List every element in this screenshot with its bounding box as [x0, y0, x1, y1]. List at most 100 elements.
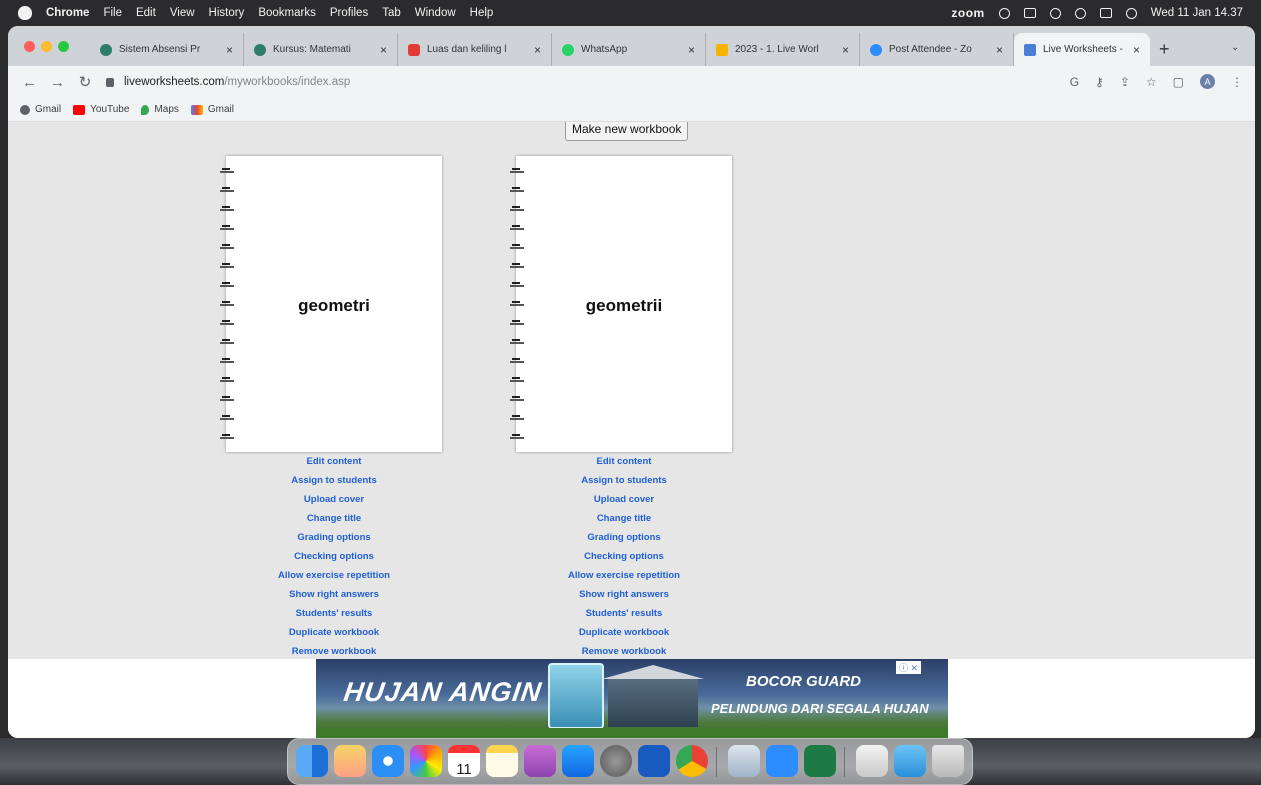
- app-store-icon[interactable]: [562, 745, 594, 777]
- apple-icon[interactable]: [18, 6, 32, 20]
- tab-close-icon[interactable]: ×: [380, 43, 387, 57]
- record-icon[interactable]: [998, 7, 1010, 19]
- tab-live-worksheets[interactable]: Live Worksheets - ×: [1014, 33, 1150, 66]
- students-results-link[interactable]: Students' results: [234, 604, 434, 623]
- tab-title: Post Attendee - Zo: [889, 44, 972, 55]
- tab-close-icon[interactable]: ×: [226, 43, 233, 57]
- launchpad-icon[interactable]: [334, 745, 366, 777]
- back-arrow-icon[interactable]: ←: [22, 74, 37, 91]
- checking-options-link[interactable]: Checking options: [234, 547, 434, 566]
- workbook-cover[interactable]: geometri: [220, 156, 442, 452]
- tab-post-attendee-zoom[interactable]: Post Attendee - Zo ×: [860, 33, 1014, 66]
- show-right-answers-link[interactable]: Show right answers: [234, 585, 434, 604]
- chrome-icon[interactable]: [676, 745, 708, 777]
- menu-edit[interactable]: Edit: [136, 7, 156, 19]
- share-icon[interactable]: ⇪: [1120, 75, 1130, 89]
- calendar-icon[interactable]: 11: [448, 745, 480, 778]
- menu-window[interactable]: Window: [415, 7, 456, 19]
- tab-close-icon[interactable]: ×: [1133, 43, 1140, 57]
- menu-history[interactable]: History: [209, 7, 245, 19]
- allow-exercise-repetition-link[interactable]: Allow exercise repetition: [234, 566, 434, 585]
- key-icon[interactable]: ⚷: [1095, 75, 1104, 89]
- menu-app-chrome[interactable]: Chrome: [46, 7, 89, 19]
- clock[interactable]: Wed 11 Jan 14.37: [1151, 7, 1243, 19]
- minimize-window-button[interactable]: [41, 41, 52, 52]
- zoom-app-icon[interactable]: [766, 745, 798, 777]
- tab-close-icon[interactable]: ×: [534, 43, 541, 57]
- forward-arrow-icon[interactable]: →: [50, 74, 65, 91]
- menu-file[interactable]: File: [103, 7, 122, 19]
- preview-icon[interactable]: [728, 745, 760, 777]
- tab-favicon-icon: [254, 43, 266, 56]
- tab-strip: Sistem Absensi Pr × Kursus: Matemati × L…: [8, 26, 1255, 66]
- advertisement-banner[interactable]: HUJAN ANGIN BOCOR GUARD PELINDUNG DARI S…: [316, 659, 948, 738]
- grading-options-link[interactable]: Grading options: [234, 528, 434, 547]
- search-icon[interactable]: [1074, 7, 1086, 19]
- assign-to-students-link[interactable]: Assign to students: [524, 471, 724, 490]
- wifi-icon[interactable]: [1049, 7, 1061, 19]
- tab-search-icon[interactable]: ⌄: [1231, 42, 1239, 53]
- upload-cover-link[interactable]: Upload cover: [234, 490, 434, 509]
- reload-icon[interactable]: ↻: [78, 73, 92, 91]
- checking-options-link[interactable]: Checking options: [524, 547, 724, 566]
- side-panel-icon[interactable]: ▢: [1173, 75, 1184, 89]
- safari-icon[interactable]: [372, 745, 404, 777]
- folder-icon[interactable]: [894, 745, 926, 777]
- tab-close-icon[interactable]: ×: [688, 43, 695, 57]
- menu-profiles[interactable]: Profiles: [330, 7, 368, 19]
- lock-icon[interactable]: [106, 77, 114, 87]
- tab-close-icon[interactable]: ×: [996, 43, 1003, 57]
- menu-bookmarks[interactable]: Bookmarks: [258, 7, 316, 19]
- podcasts-icon[interactable]: [524, 745, 556, 777]
- students-results-link[interactable]: Students' results: [524, 604, 724, 623]
- globe-icon: [20, 104, 30, 115]
- tab-luas-keliling[interactable]: Luas dan keliling l ×: [398, 33, 552, 66]
- menu-tab[interactable]: Tab: [382, 7, 401, 19]
- photos-icon[interactable]: [410, 745, 442, 777]
- zoom-status-item[interactable]: zoom: [951, 6, 984, 20]
- duplicate-workbook-link[interactable]: Duplicate workbook: [234, 623, 434, 642]
- bookmark-youtube[interactable]: YouTube: [73, 104, 129, 115]
- upload-cover-link[interactable]: Upload cover: [524, 490, 724, 509]
- assign-to-students-link[interactable]: Assign to students: [234, 471, 434, 490]
- tab-live-worksheet-drive[interactable]: 2023 - 1. Live Worl ×: [706, 33, 860, 66]
- menu-view[interactable]: View: [170, 7, 195, 19]
- tab-kursus-matematika[interactable]: Kursus: Matemati ×: [244, 33, 398, 66]
- kebab-menu-icon[interactable]: ⋮: [1231, 75, 1243, 89]
- make-new-workbook-button[interactable]: Make new workbook: [565, 122, 689, 141]
- show-right-answers-link[interactable]: Show right answers: [524, 585, 724, 604]
- ad-close-icon[interactable]: ⓘ ✕: [896, 661, 922, 674]
- word-icon[interactable]: [638, 745, 670, 777]
- tab-close-icon[interactable]: ×: [842, 43, 849, 57]
- change-title-link[interactable]: Change title: [524, 509, 724, 528]
- system-preferences-icon[interactable]: [600, 745, 632, 777]
- new-tab-button[interactable]: +: [1159, 39, 1170, 60]
- excel-icon[interactable]: [804, 745, 836, 777]
- bookmark-gmail-2[interactable]: Gmail: [190, 104, 234, 115]
- menu-help[interactable]: Help: [470, 7, 494, 19]
- edit-content-link[interactable]: Edit content: [234, 452, 434, 471]
- tab-whatsapp[interactable]: WhatsApp ×: [552, 33, 706, 66]
- edit-content-link[interactable]: Edit content: [524, 452, 724, 471]
- tab-sistem-absensi[interactable]: Sistem Absensi Pr ×: [90, 33, 244, 66]
- notes-icon[interactable]: [486, 745, 518, 777]
- duplicate-workbook-link[interactable]: Duplicate workbook: [524, 623, 724, 642]
- zoom-window-button[interactable]: [58, 41, 69, 52]
- bookmark-star-icon[interactable]: ☆: [1146, 75, 1157, 89]
- downloads-stack-icon[interactable]: [856, 745, 888, 777]
- finder-icon[interactable]: [296, 745, 328, 777]
- google-lens-icon[interactable]: G: [1070, 75, 1079, 89]
- close-window-button[interactable]: [24, 41, 35, 52]
- control-center-icon[interactable]: [1099, 8, 1112, 18]
- trash-icon[interactable]: [932, 745, 964, 777]
- grading-options-link[interactable]: Grading options: [524, 528, 724, 547]
- profile-avatar-icon[interactable]: A: [1200, 74, 1215, 89]
- workbook-cover[interactable]: geometrii: [510, 156, 732, 452]
- address-bar[interactable]: liveworksheets.com/myworkbooks/index.asp: [94, 71, 1221, 93]
- change-title-link[interactable]: Change title: [234, 509, 434, 528]
- allow-exercise-repetition-link[interactable]: Allow exercise repetition: [524, 566, 724, 585]
- siri-icon[interactable]: [1125, 7, 1137, 19]
- bookmark-maps[interactable]: Maps: [141, 104, 179, 115]
- battery-icon[interactable]: [1023, 8, 1036, 18]
- bookmark-gmail-1[interactable]: Gmail: [20, 104, 61, 115]
